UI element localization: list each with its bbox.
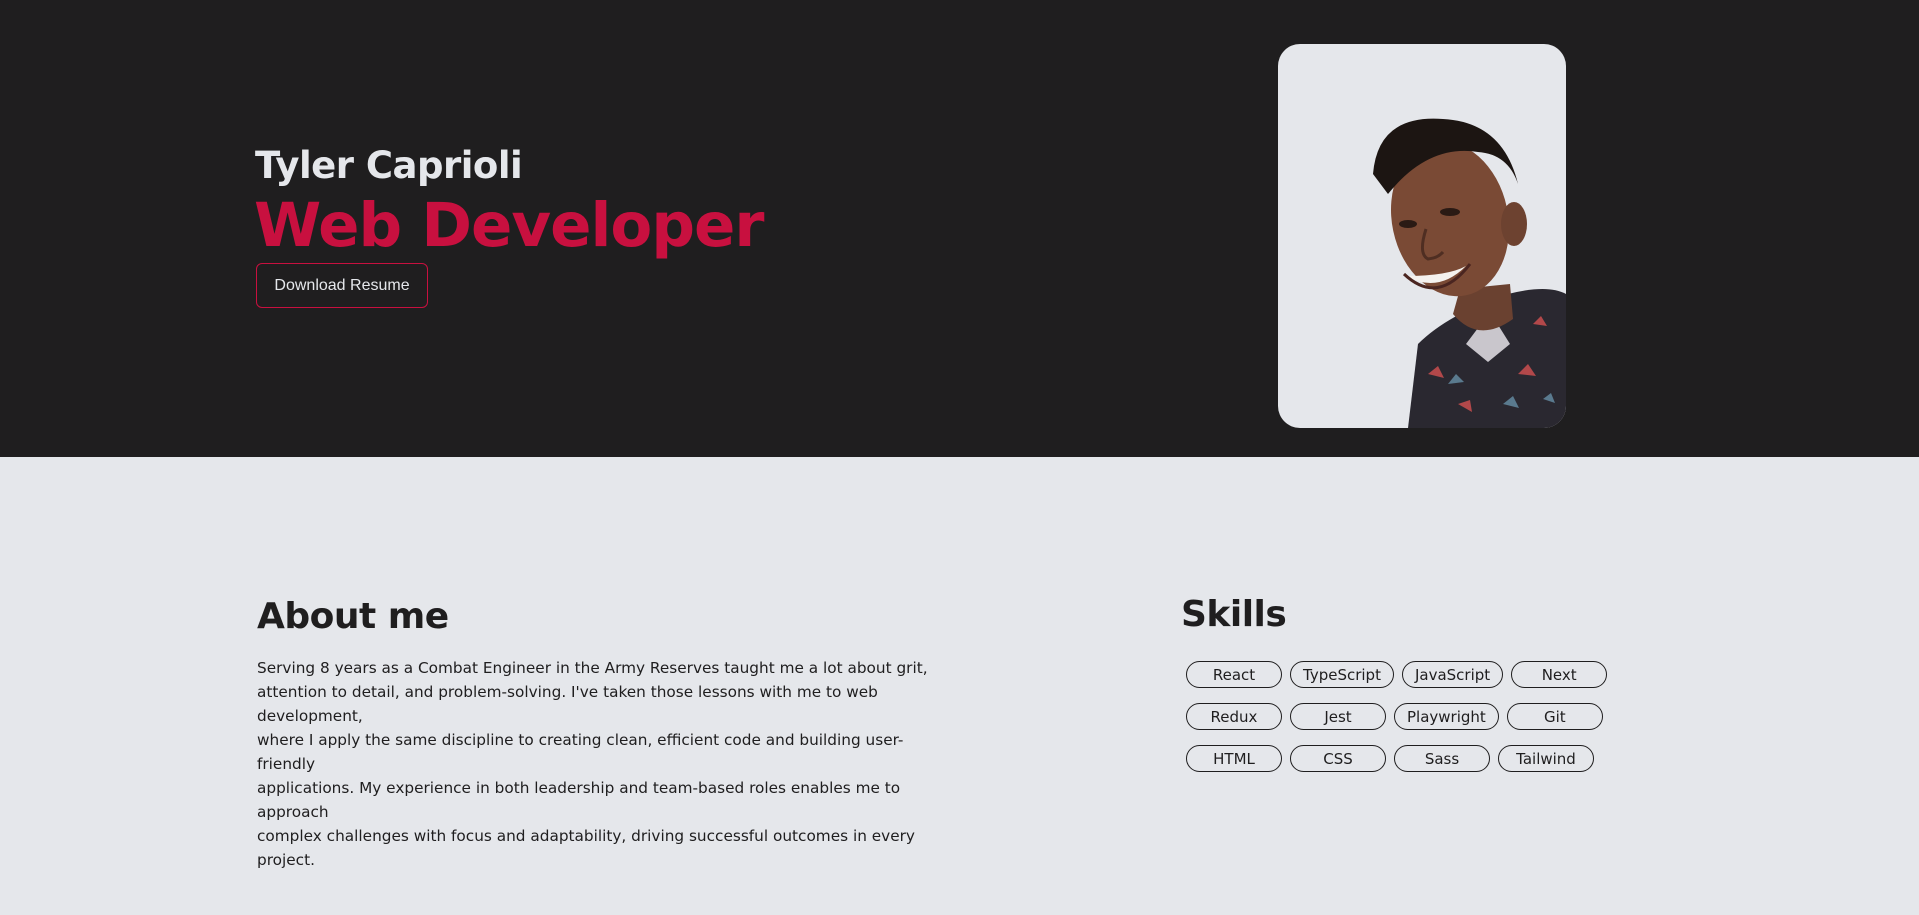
skills-grid: React TypeScript JavaScript Next Redux J…: [1186, 661, 1626, 772]
skill-pill-html: HTML: [1186, 745, 1282, 772]
about-line: where I apply the same discipline to cre…: [257, 731, 904, 773]
profile-photo: [1278, 44, 1566, 428]
skill-pill-playwright: Playwright: [1394, 703, 1499, 730]
skills-row: React TypeScript JavaScript Next: [1186, 661, 1626, 688]
hero-role: Web Developer: [254, 190, 764, 261]
skill-pill-jest: Jest: [1290, 703, 1386, 730]
skills-row: Redux Jest Playwright Git: [1186, 703, 1626, 730]
hero-section: Tyler Caprioli Web Developer Download Re…: [0, 0, 1919, 457]
skills-title: Skills: [1181, 594, 1287, 635]
skill-pill-typescript: TypeScript: [1290, 661, 1394, 688]
skill-pill-javascript: JavaScript: [1401, 661, 1504, 688]
about-text: Serving 8 years as a Combat Engineer in …: [257, 656, 947, 872]
skills-row: HTML CSS Sass Tailwind: [1186, 745, 1626, 772]
portrait-illustration: [1373, 118, 1566, 428]
skill-pill-redux: Redux: [1186, 703, 1282, 730]
hero-name: Tyler Caprioli: [255, 144, 523, 187]
skill-pill-sass: Sass: [1394, 745, 1490, 772]
about-title: About me: [257, 596, 449, 637]
about-line: attention to detail, and problem-solving…: [257, 683, 878, 725]
skill-pill-git: Git: [1506, 703, 1603, 730]
about-line: Serving 8 years as a Combat Engineer in …: [257, 659, 928, 677]
skill-pill-next: Next: [1511, 661, 1608, 688]
skill-pill-css: CSS: [1290, 745, 1386, 772]
about-line: complex challenges with focus and adapta…: [257, 827, 915, 869]
skill-pill-react: React: [1186, 661, 1282, 688]
about-line: applications. My experience in both lead…: [257, 779, 901, 821]
skill-pill-tailwind: Tailwind: [1498, 745, 1594, 772]
download-resume-button[interactable]: Download Resume: [256, 263, 428, 308]
